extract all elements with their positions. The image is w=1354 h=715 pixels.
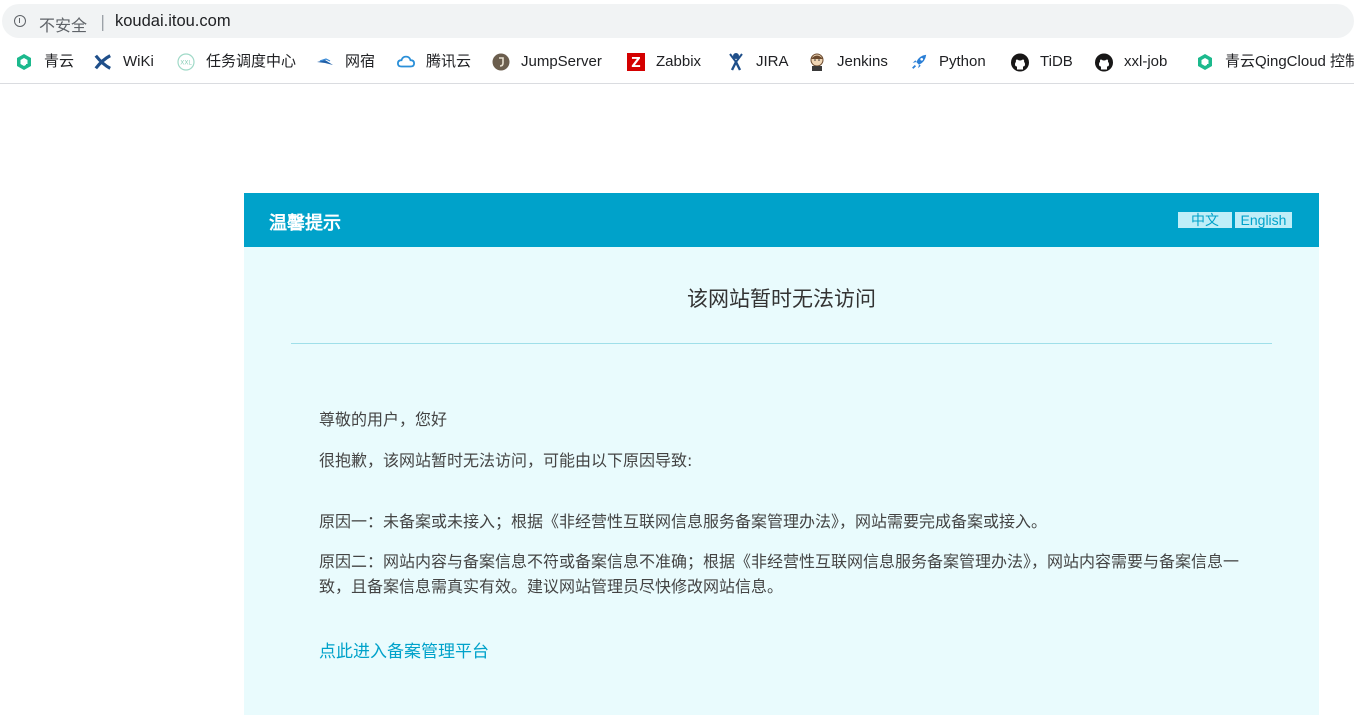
bookmark-label: 腾讯云 (426, 53, 472, 70)
reason-one-text: 原因一：未备案或未接入；根据《非经营性互联网信息服务备案管理办法》，网站需要完成… (319, 512, 1048, 531)
bookmark-qingcloud-console[interactable]: 青云QingCloud 控制 (1196, 51, 1354, 73)
lang-chinese-button[interactable]: 中文 (1178, 212, 1232, 228)
confluence-icon (94, 53, 112, 71)
bookmark-task-center[interactable]: XXL 任务调度中心 (177, 51, 296, 73)
jumpserver-icon (492, 53, 510, 71)
card-header: 温馨提示 中文 English (244, 193, 1319, 247)
bookmark-label: TiDB (1040, 53, 1073, 70)
page-headline: 该网站暂时无法访问 (687, 287, 876, 311)
bookmark-wangsu[interactable]: 网宿 (316, 51, 375, 73)
address-bar: 不安全 | koudai.itou.com (0, 0, 1354, 42)
reason-two-text: 原因二：网站内容与备案信息不符或备案信息不准确；根据《非经营性互联网信息服务备案… (319, 552, 1240, 596)
apology-text: 很抱歉，该网站暂时无法访问，可能由以下原因导致: (319, 451, 693, 470)
bookmark-zabbix[interactable]: Z Zabbix (627, 51, 701, 73)
svg-text:XXL: XXL (180, 60, 192, 67)
github-icon (1011, 53, 1029, 71)
lang-english-button[interactable]: English (1235, 212, 1292, 228)
bookmark-label: xxl-job (1124, 53, 1168, 70)
bookmark-label: WiKi (123, 53, 154, 70)
qingcloud-icon (15, 53, 33, 71)
greeting-text: 尊敬的用户，您好 (319, 410, 448, 429)
bookmark-label: 青云 (44, 53, 75, 70)
bookmark-tidb[interactable]: TiDB (1011, 51, 1073, 73)
bookmark-label: 任务调度中心 (206, 53, 297, 70)
xxl-icon: XXL (177, 53, 195, 71)
info-icon[interactable] (14, 15, 26, 27)
bookmark-jumpserver[interactable]: JumpServer (492, 51, 602, 73)
bookmark-jira[interactable]: JIRA (727, 51, 789, 73)
tencent-cloud-icon (397, 53, 415, 71)
notice-card: 温馨提示 中文 English 该网站暂时无法访问 尊敬的用户，您好 很抱歉，该… (244, 193, 1319, 715)
card-title: 温馨提示 (269, 213, 341, 234)
bookmark-wiki[interactable]: WiKi (94, 51, 154, 73)
bookmarks-bar: 青云 WiKi XXL 任务调度中心 网宿 腾讯云 JumpServer Z Z (0, 42, 1354, 84)
qingcloud-icon (1196, 53, 1214, 71)
github-icon (1095, 53, 1113, 71)
bookmark-xxl-job[interactable]: xxl-job (1095, 51, 1167, 73)
jira-icon (727, 53, 745, 71)
omnibox[interactable]: 不安全 | koudai.itou.com (2, 4, 1354, 38)
bookmark-qingcloud[interactable]: 青云 (15, 51, 74, 73)
svg-text:Z: Z (631, 56, 640, 71)
url-separator: | (100, 12, 106, 31)
rocket-icon (910, 53, 928, 71)
security-label[interactable]: 不安全 (39, 12, 87, 36)
bookmark-label: Zabbix (656, 53, 702, 70)
bookmark-label: 青云QingCloud 控制 (1225, 53, 1354, 70)
bookmark-jenkins[interactable]: Jenkins (808, 51, 888, 73)
bookmark-label: 网宿 (345, 53, 376, 70)
jenkins-icon (808, 53, 826, 71)
divider (291, 343, 1272, 344)
bookmark-python[interactable]: Python (910, 51, 986, 73)
wangsu-icon (316, 53, 334, 71)
zabbix-icon: Z (627, 53, 645, 71)
bookmark-label: JumpServer (521, 53, 602, 70)
bookmark-label: Python (939, 53, 986, 70)
bookmark-tencent-cloud[interactable]: 腾讯云 (397, 51, 471, 73)
url-text[interactable]: koudai.itou.com (115, 12, 231, 31)
bookmark-label: JIRA (756, 53, 789, 70)
bookmark-label: Jenkins (837, 53, 888, 70)
filing-platform-link[interactable]: 点此进入备案管理平台 (319, 637, 489, 662)
